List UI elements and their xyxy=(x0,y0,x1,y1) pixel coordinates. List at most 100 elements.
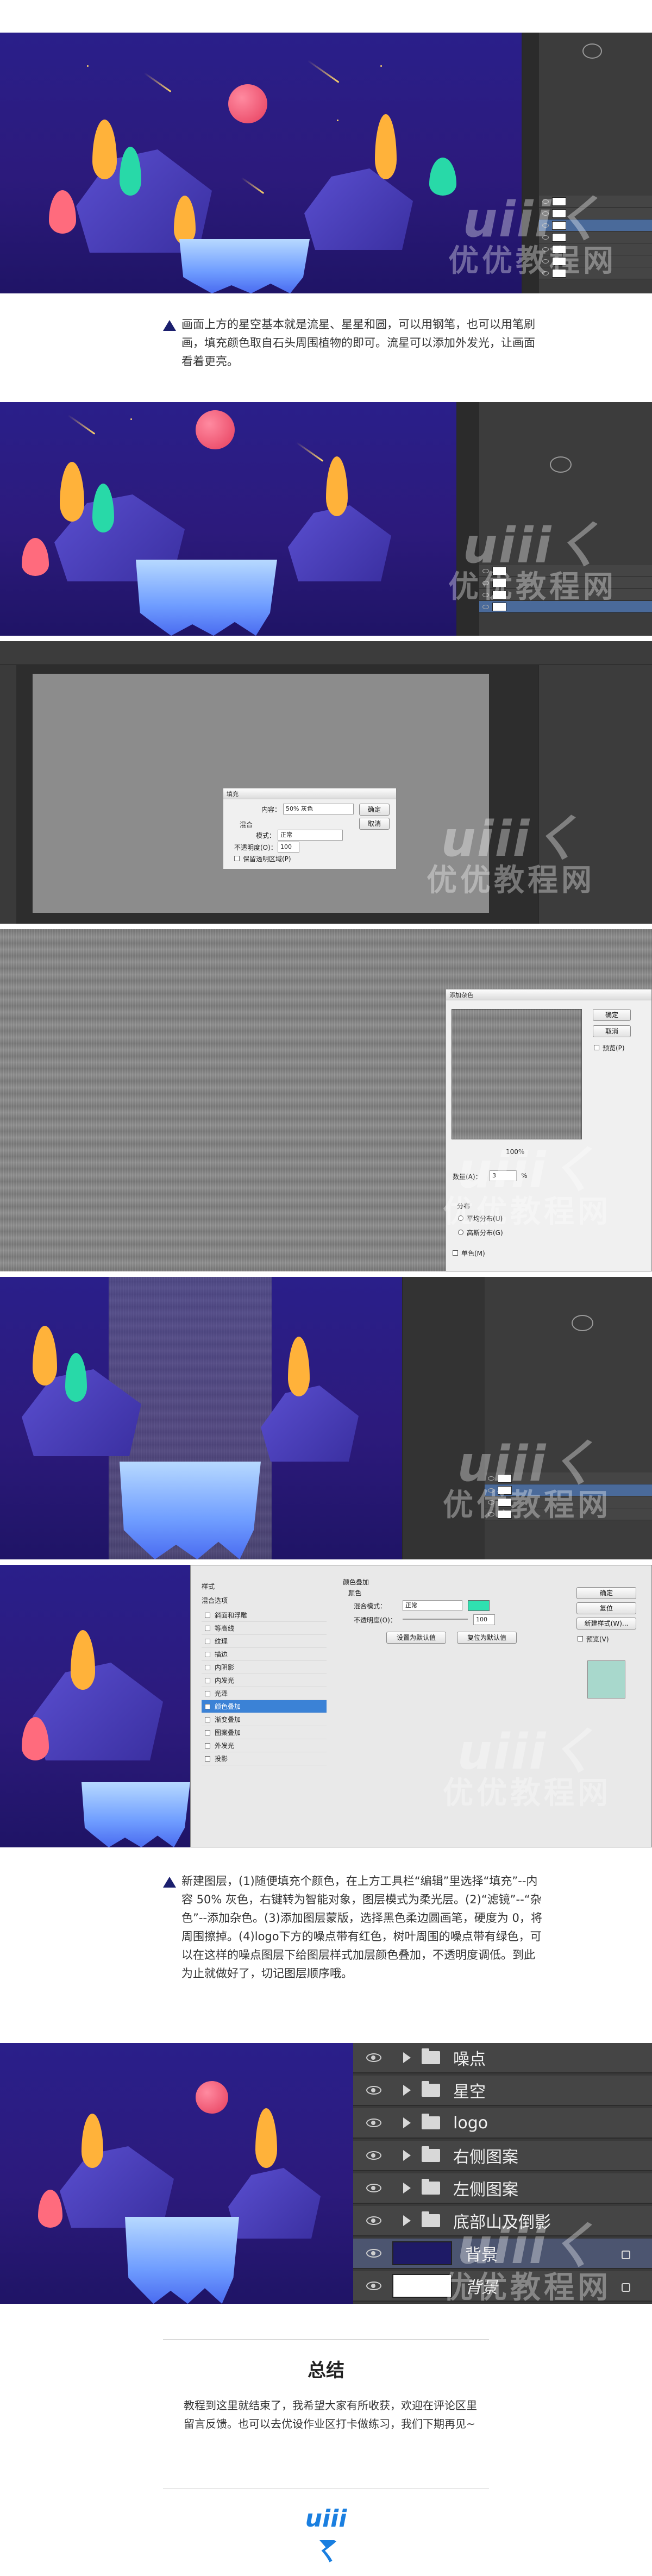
new-style-button[interactable]: 新建样式(W)... xyxy=(576,1618,636,1629)
style-item-label: 光泽 xyxy=(215,1690,228,1697)
style-checkbox[interactable] xyxy=(205,1639,210,1644)
style-item-label: 斜面和浮雕 xyxy=(215,1612,248,1619)
waterfall xyxy=(136,560,277,636)
style-checkbox[interactable] xyxy=(205,1743,210,1748)
style-item[interactable]: 渐变叠加 xyxy=(202,1713,327,1726)
ok-button[interactable]: 确定 xyxy=(359,804,390,816)
expand-arrow-icon[interactable] xyxy=(403,2052,411,2063)
style-item[interactable]: 外发光 xyxy=(202,1739,327,1752)
eye-icon[interactable] xyxy=(366,2053,381,2062)
layer-row[interactable]: 左侧图案 xyxy=(353,2173,652,2204)
eye-icon[interactable] xyxy=(366,2249,381,2258)
content-select[interactable]: 50% 灰色 xyxy=(283,804,354,814)
triangle-bullet-icon xyxy=(163,1877,176,1888)
preserve-checkbox[interactable] xyxy=(234,856,240,861)
style-item-label: 等高线 xyxy=(215,1625,235,1632)
expand-arrow-icon[interactable] xyxy=(403,2117,411,2128)
mono-checkbox[interactable] xyxy=(453,1250,458,1256)
preview-checkbox[interactable] xyxy=(578,1636,583,1641)
waterfall xyxy=(179,239,310,293)
down-arrow-icon xyxy=(319,2540,335,2549)
opacity-input[interactable]: 100 xyxy=(473,1614,495,1625)
mode-select[interactable]: 正常 xyxy=(278,830,343,841)
planet xyxy=(196,2081,228,2114)
star xyxy=(87,65,89,67)
eye-icon[interactable] xyxy=(366,2282,381,2290)
layer-name: 左侧图案 xyxy=(453,2180,518,2199)
style-item[interactable]: 纹理 xyxy=(202,1635,327,1648)
blend-mode-select[interactable]: 正常 xyxy=(403,1600,462,1611)
waterfall xyxy=(120,1462,261,1559)
ok-button[interactable]: 确定 xyxy=(593,1009,631,1021)
triangle-bullet-icon xyxy=(163,320,176,331)
style-item[interactable]: 光泽 xyxy=(202,1687,327,1700)
gaussian-radio[interactable] xyxy=(458,1230,463,1235)
style-item-label: 图案叠加 xyxy=(215,1729,241,1737)
style-item[interactable]: 内发光 xyxy=(202,1674,327,1687)
folder-icon xyxy=(422,2114,440,2129)
style-item[interactable]: 图案叠加 xyxy=(202,1726,327,1739)
eye-icon[interactable] xyxy=(366,2151,381,2160)
eye-icon[interactable] xyxy=(366,2119,381,2127)
set-default-button[interactable]: 设置为默认值 xyxy=(386,1632,446,1644)
style-item[interactable]: 颜色叠加 xyxy=(202,1700,327,1713)
watermark-logo: uiiiㄑ 优优教程网 xyxy=(448,517,617,605)
overlay-color-swatch[interactable] xyxy=(468,1600,490,1611)
style-item-label: 渐变叠加 xyxy=(215,1716,241,1723)
ok-button[interactable]: 确定 xyxy=(576,1587,636,1599)
folder-icon xyxy=(422,2081,440,2097)
layer-row[interactable]: logo xyxy=(353,2108,652,2139)
style-checkbox[interactable] xyxy=(205,1717,210,1722)
style-checkbox[interactable] xyxy=(205,1678,210,1683)
layer-row[interactable]: 右侧图案 xyxy=(353,2141,652,2171)
expand-arrow-icon[interactable] xyxy=(403,2215,411,2226)
layer-row[interactable]: 噪点 xyxy=(353,2043,652,2073)
screenshot-layer-style: 样式 混合选项 斜面和浮雕 等高线 纹理 描边 内阴影 内发光 光泽 颜色叠加 渐变叠加 图案叠加… xyxy=(0,1565,652,1847)
expand-arrow-icon[interactable] xyxy=(403,2085,411,2096)
layer-name: 星空 xyxy=(453,2083,486,2102)
style-checkbox[interactable] xyxy=(205,1691,210,1696)
screenshot-add-noise: 添加杂色 100% 确定 取消 预览(P) 数量(A)： 3 % 分布 平均分布… xyxy=(0,929,652,1271)
style-item[interactable]: 描边 xyxy=(202,1648,327,1661)
summary-text: 教程到这里就结束了，我希望大家有所收获，欢迎在评论区里留言反馈。也可以去优设作业… xyxy=(184,2399,477,2430)
star xyxy=(337,120,338,121)
reset-default-button[interactable]: 复位为默认值 xyxy=(457,1632,517,1644)
opacity-slider[interactable] xyxy=(403,1619,468,1620)
style-checkbox[interactable] xyxy=(205,1665,210,1670)
style-item[interactable]: 投影 xyxy=(202,1752,327,1765)
preview-checkbox[interactable] xyxy=(594,1045,599,1050)
eye-icon[interactable] xyxy=(366,2216,381,2225)
style-item[interactable]: 等高线 xyxy=(202,1622,327,1635)
cancel-button[interactable]: 复位 xyxy=(576,1602,636,1614)
tutorial-page: uiiiㄑ 优优教程网 画面上方的星空基本就是流星、星星和圆，可以用钢笔，也可以… xyxy=(0,0,652,2576)
expand-arrow-icon[interactable] xyxy=(403,2150,411,2161)
style-checkbox[interactable] xyxy=(205,1730,210,1735)
cancel-button[interactable]: 取消 xyxy=(593,1025,631,1037)
style-item[interactable]: 内阴影 xyxy=(202,1661,327,1674)
style-item-label: 外发光 xyxy=(215,1742,235,1750)
fill-dialog: 填充 内容： 50% 灰色 混合 模式： 正常 不透明度(O)： 100 保留透… xyxy=(223,788,397,869)
opacity-input[interactable]: 100 xyxy=(278,842,299,853)
folder-icon xyxy=(422,2179,440,2195)
eye-icon[interactable] xyxy=(366,2184,381,2192)
style-item-label: 内发光 xyxy=(215,1677,235,1684)
style-checkbox[interactable] xyxy=(205,1756,210,1762)
style-checkbox[interactable] xyxy=(205,1652,210,1657)
site-logo: uiiiㄑ xyxy=(305,2505,347,2566)
ps-toolbar xyxy=(0,641,652,665)
style-item[interactable]: 斜面和浮雕 xyxy=(202,1609,327,1622)
style-checkbox[interactable] xyxy=(205,1704,210,1709)
summary-title: 总结 xyxy=(308,2360,344,2381)
folder-icon xyxy=(422,2146,440,2162)
layer-row[interactable]: 星空 xyxy=(353,2076,652,2106)
folder-icon xyxy=(422,2048,440,2064)
layer-name: 噪点 xyxy=(453,2050,486,2069)
screenshot-starry-sky: uiiiㄑ 优优教程网 xyxy=(0,33,652,293)
expand-arrow-icon[interactable] xyxy=(403,2183,411,2193)
style-checkbox[interactable] xyxy=(205,1613,210,1618)
style-item-label: 内阴影 xyxy=(215,1664,235,1671)
star xyxy=(380,65,382,67)
eye-icon[interactable] xyxy=(366,2086,381,2095)
style-checkbox[interactable] xyxy=(205,1626,210,1631)
cancel-button[interactable]: 取消 xyxy=(359,818,390,830)
